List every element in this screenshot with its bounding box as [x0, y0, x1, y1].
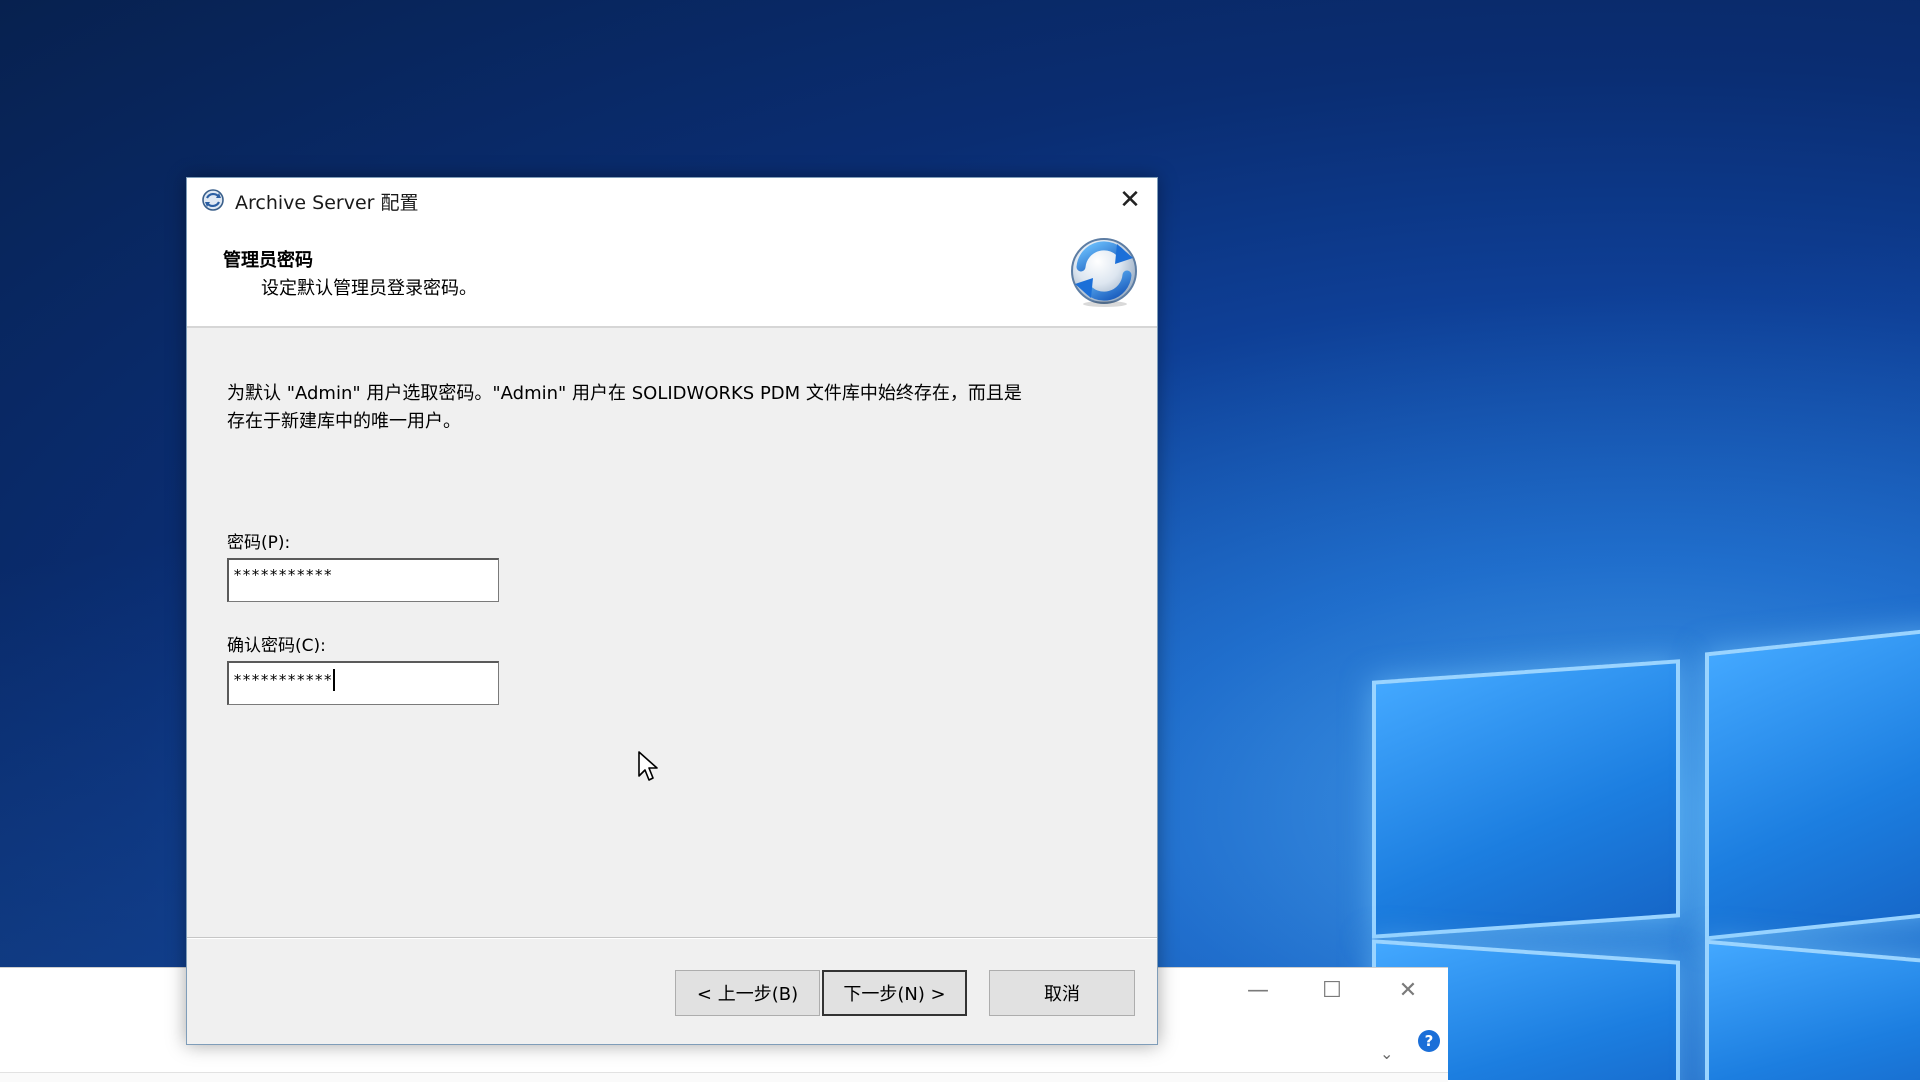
confirm-password-input[interactable]: *********** — [227, 661, 499, 705]
wizard-header: 管理员密码 设定默认管理员登录密码。 — [187, 222, 1157, 328]
maximize-button[interactable]: ☐ — [1302, 968, 1362, 1012]
chevron-down-icon[interactable]: ⌄ — [1380, 1044, 1393, 1063]
wizard-step-title: 管理员密码 — [223, 250, 313, 271]
dialog-close-button[interactable]: ✕ — [1103, 178, 1157, 222]
archive-server-icon — [202, 189, 224, 211]
text-caret — [333, 669, 336, 691]
description-text: 为默认 "Admin" 用户选取密码。"Admin" 用户在 SOLIDWORK… — [227, 380, 1127, 436]
confirm-password-label: 确认密码(C): — [227, 636, 326, 656]
cancel-button[interactable]: 取消 — [989, 970, 1135, 1016]
toolbar-strip — [0, 1072, 1448, 1082]
wizard-step-subtitle: 设定默认管理员登录密码。 — [261, 278, 477, 299]
password-label: 密码(P): — [227, 533, 291, 553]
windows-logo-pane — [1705, 627, 1920, 941]
description-line: 为默认 "Admin" 用户选取密码。"Admin" 用户在 SOLIDWORK… — [227, 383, 1022, 404]
description-line: 存在于新建库中的唯一用户。 — [227, 411, 461, 432]
sync-logo-icon — [1071, 238, 1137, 307]
dialog-titlebar[interactable]: Archive Server 配置 ✕ — [187, 178, 1157, 222]
password-value: *********** — [233, 566, 333, 584]
back-button[interactable]: < 上一步(B) — [675, 970, 820, 1016]
minimize-button[interactable]: — — [1228, 968, 1288, 1012]
archive-server-config-dialog: Archive Server 配置 ✕ 管理员密码 设定默认管理员登录密码。 为… — [186, 177, 1158, 1045]
footer-divider — [187, 937, 1157, 939]
password-input[interactable]: *********** — [227, 558, 499, 602]
confirm-password-value: *********** — [233, 671, 333, 689]
mouse-pointer-icon — [638, 751, 658, 781]
windows-logo-pane — [1372, 659, 1680, 939]
windows-logo-pane — [1705, 939, 1920, 1080]
close-button[interactable]: ✕ — [1378, 968, 1438, 1012]
help-icon[interactable]: ? — [1418, 1030, 1440, 1052]
dialog-title: Archive Server 配置 — [235, 192, 419, 214]
next-button[interactable]: 下一步(N) > — [822, 970, 967, 1016]
